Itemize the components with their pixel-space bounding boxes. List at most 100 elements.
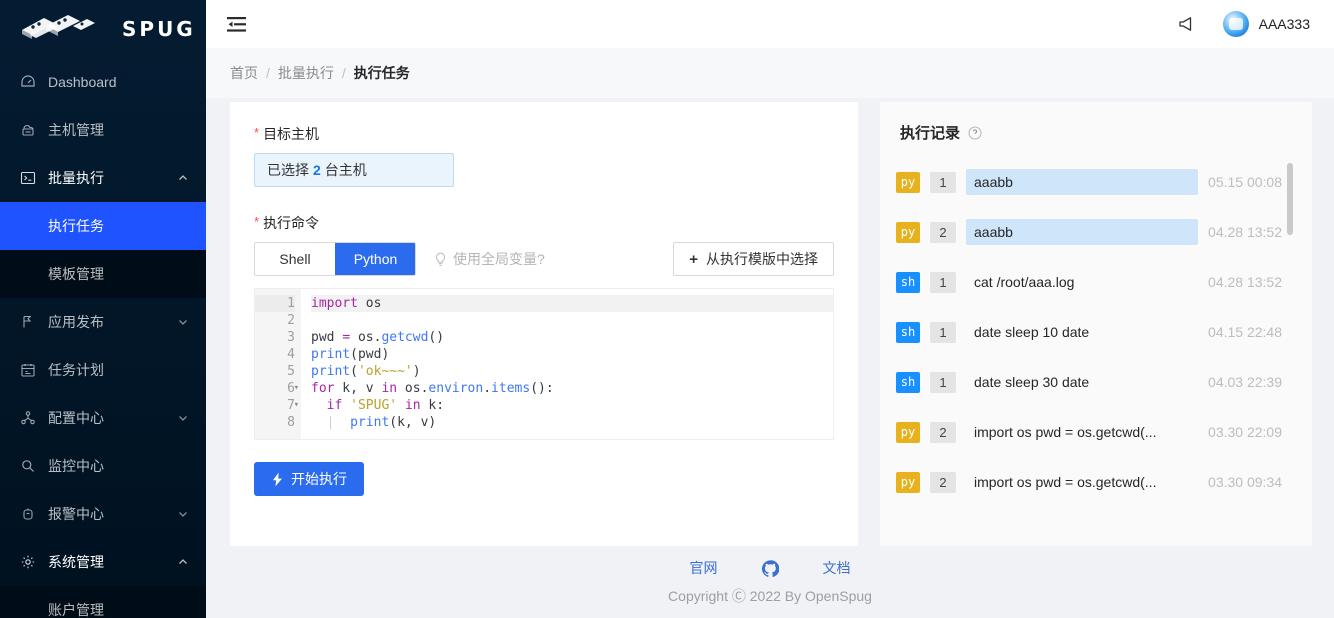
record-command: cat /root/aaa.log bbox=[966, 269, 1198, 295]
record-row[interactable]: py 1 aaabb 05.15 00:08 bbox=[896, 157, 1296, 207]
record-row[interactable]: py 2 aaabb 04.28 13:52 bbox=[896, 207, 1296, 257]
start-execution-button[interactable]: 开始执行 bbox=[254, 462, 364, 496]
brand-logo[interactable]: SPUG bbox=[0, 0, 206, 58]
select-from-template-button[interactable]: + 从执行模版中选择 bbox=[673, 242, 834, 276]
fold-arrow-icon[interactable]: ▾ bbox=[294, 397, 299, 414]
record-row[interactable]: py 2 import os pwd = os.getcwd(... 03.30… bbox=[896, 407, 1296, 457]
code-line: for k, v in os.environ.items(): bbox=[311, 380, 833, 397]
sidebar-item-label: 执行任务 bbox=[48, 216, 188, 236]
code-line: pwd = os.getcwd() bbox=[311, 329, 833, 346]
lang-tag: py bbox=[896, 172, 920, 193]
sidebar-item-exec-task[interactable]: 执行任务 bbox=[0, 202, 206, 250]
lang-tag: sh bbox=[896, 322, 920, 343]
dashboard-icon bbox=[20, 74, 36, 90]
exec-form-card: * 目标主机 已选择 2 台主机 * 执行命令 Shell Python bbox=[230, 102, 858, 546]
fold-arrow-icon[interactable]: ▾ bbox=[294, 380, 299, 397]
breadcrumb-separator: / bbox=[266, 65, 270, 81]
calendar-icon bbox=[20, 362, 36, 378]
tab-python[interactable]: Python bbox=[335, 243, 415, 275]
notification-button[interactable] bbox=[1177, 14, 1197, 34]
editor-gutter: 1 2 3 4 5 6▾ 7▾ 8 bbox=[255, 289, 301, 439]
thunderbolt-icon bbox=[271, 472, 284, 487]
avatar bbox=[1223, 11, 1249, 37]
record-time: 04.15 22:48 bbox=[1208, 324, 1296, 340]
sidebar-item-label: Dashboard bbox=[48, 74, 188, 90]
monitor-search-icon bbox=[20, 458, 36, 474]
sidebar-item-system-manage[interactable]: 系统管理 bbox=[0, 538, 206, 586]
records-scrollbar[interactable] bbox=[1287, 163, 1293, 235]
record-time: 03.30 22:09 bbox=[1208, 424, 1296, 440]
record-row[interactable]: py 2 import os pwd = os.getcwd(... 03.30… bbox=[896, 457, 1296, 507]
lang-tag: sh bbox=[896, 272, 920, 293]
sidebar-item-label: 应用发布 bbox=[48, 312, 178, 332]
record-time: 03.30 09:34 bbox=[1208, 474, 1296, 490]
line-number: 3 bbox=[255, 329, 295, 346]
sidebar-item-label: 系统管理 bbox=[48, 552, 178, 572]
record-row[interactable]: sh 1 date sleep 30 date 04.03 22:39 bbox=[896, 357, 1296, 407]
sidebar-item-label: 监控中心 bbox=[48, 456, 188, 476]
sidebar-item-label: 主机管理 bbox=[48, 120, 188, 140]
sidebar-item-host-manage[interactable]: 主机管理 bbox=[0, 106, 206, 154]
lang-tag: sh bbox=[896, 372, 920, 393]
code-editor[interactable]: 1 2 3 4 5 6▾ 7▾ 8 import os pwd = os.get… bbox=[254, 288, 834, 440]
chevron-down-icon bbox=[178, 317, 188, 327]
language-switch: Shell Python bbox=[254, 242, 416, 276]
records-list[interactable]: py 1 aaabb 05.15 00:08 py 2 aaabb 04.28 … bbox=[896, 157, 1296, 507]
content-area: * 目标主机 已选择 2 台主机 * 执行命令 Shell Python bbox=[206, 98, 1334, 546]
records-title-row: 执行记录 bbox=[896, 122, 1296, 143]
tab-shell[interactable]: Shell bbox=[255, 243, 335, 275]
chevron-up-icon bbox=[178, 173, 188, 183]
breadcrumb: 首页 / 批量执行 / 执行任务 bbox=[206, 48, 1334, 98]
host-count-badge: 1 bbox=[930, 372, 956, 393]
select-from-template-label: 从执行模版中选择 bbox=[706, 249, 818, 269]
record-row[interactable]: sh 1 cat /root/aaa.log 04.28 13:52 bbox=[896, 257, 1296, 307]
sidebar-item-task-schedule[interactable]: 任务计划 bbox=[0, 346, 206, 394]
host-count-badge: 1 bbox=[930, 272, 956, 293]
cluster-icon bbox=[20, 410, 36, 426]
user-menu[interactable]: AAA333 bbox=[1223, 11, 1310, 37]
record-command: import os pwd = os.getcwd(... bbox=[966, 419, 1198, 445]
top-bar: AAA333 bbox=[206, 0, 1334, 48]
global-variable-hint[interactable]: 使用全局变量? bbox=[434, 249, 545, 269]
breadcrumb-item-home[interactable]: 首页 bbox=[230, 63, 258, 83]
line-number: 8 bbox=[255, 414, 295, 431]
sidebar-item-account-manage[interactable]: 账户管理 bbox=[0, 586, 206, 618]
host-select-input[interactable]: 已选择 2 台主机 bbox=[254, 153, 454, 187]
gear-icon bbox=[20, 554, 36, 570]
breadcrumb-item-batch-exec[interactable]: 批量执行 bbox=[278, 63, 334, 83]
command-toolbar: Shell Python 使用全局变量? + 从执行模版中选择 bbox=[254, 242, 834, 276]
record-time: 04.28 13:52 bbox=[1208, 224, 1296, 240]
sidebar-item-dashboard[interactable]: Dashboard bbox=[0, 58, 206, 106]
bulb-icon bbox=[434, 252, 447, 267]
code-line bbox=[311, 312, 833, 329]
required-mark: * bbox=[254, 215, 259, 228]
menu-fold-button[interactable] bbox=[222, 10, 250, 38]
sidebar: SPUG Dashboard 主机管理 bbox=[0, 0, 206, 618]
record-row[interactable]: sh 1 date sleep 10 date 04.15 22:48 bbox=[896, 307, 1296, 357]
footer-link-docs[interactable]: 文档 bbox=[823, 558, 851, 578]
sidebar-item-monitor-center[interactable]: 监控中心 bbox=[0, 442, 206, 490]
sidebar-menu: Dashboard 主机管理 批量执行 bbox=[0, 58, 206, 618]
sidebar-item-alarm-center[interactable]: 报警中心 bbox=[0, 490, 206, 538]
top-right-actions: AAA333 bbox=[1177, 11, 1310, 37]
code-line: import os bbox=[311, 295, 833, 312]
github-icon[interactable] bbox=[762, 560, 779, 577]
target-host-label-text: 目标主机 bbox=[263, 124, 319, 144]
footer-link-website[interactable]: 官网 bbox=[690, 558, 718, 578]
sidebar-item-app-release[interactable]: 应用发布 bbox=[0, 298, 206, 346]
editor-code[interactable]: import os pwd = os.getcwd() print(pwd) p… bbox=[301, 289, 833, 439]
sidebar-item-label: 配置中心 bbox=[48, 408, 178, 428]
host-count-badge: 1 bbox=[930, 172, 956, 193]
chevron-down-icon bbox=[178, 509, 188, 519]
sidebar-item-template-manage[interactable]: 模板管理 bbox=[0, 250, 206, 298]
line-number: 1 bbox=[255, 295, 295, 312]
host-count-badge: 2 bbox=[930, 222, 956, 243]
question-circle-icon[interactable] bbox=[968, 126, 982, 140]
copyright-text: Copyright Ⓒ 2022 By OpenSpug bbox=[668, 586, 872, 606]
breadcrumb-item-current: 执行任务 bbox=[354, 63, 410, 83]
sidebar-item-batch-exec[interactable]: 批量执行 bbox=[0, 154, 206, 202]
user-name: AAA333 bbox=[1259, 16, 1310, 32]
required-mark: * bbox=[254, 126, 259, 139]
sidebar-item-config-center[interactable]: 配置中心 bbox=[0, 394, 206, 442]
command-label-text: 执行命令 bbox=[263, 213, 319, 233]
